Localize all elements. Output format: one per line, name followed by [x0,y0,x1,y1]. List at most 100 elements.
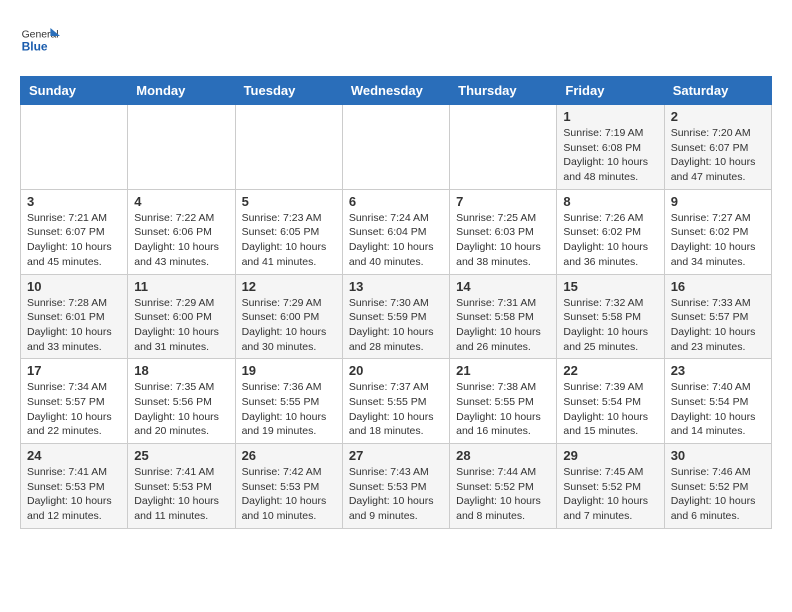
day-cell-7: 7 Sunrise: 7:25 AMSunset: 6:03 PMDaylight… [450,189,557,274]
day-number: 2 [671,109,765,124]
svg-text:Blue: Blue [22,39,48,53]
day-info: Sunrise: 7:38 AMSunset: 5:55 PMDaylight:… [456,380,550,439]
day-cell-16: 16 Sunrise: 7:33 AMSunset: 5:57 PMDayligh… [664,274,771,359]
day-cell-20: 20 Sunrise: 7:37 AMSunset: 5:55 PMDayligh… [342,359,449,444]
day-info: Sunrise: 7:36 AMSunset: 5:55 PMDaylight:… [242,380,336,439]
page-header: General Blue [20,20,772,60]
empty-cell [450,105,557,190]
day-number: 18 [134,363,228,378]
empty-cell [235,105,342,190]
day-cell-13: 13Sunrise: 7:30 AMSunset: 5:59 PMDayligh… [342,274,449,359]
day-cell-15: 15 Sunrise: 7:32 AMSunset: 5:58 PMDayligh… [557,274,664,359]
day-info: Sunrise: 7:28 AMSunset: 6:01 PMDaylight:… [27,296,121,355]
day-number: 9 [671,194,765,209]
day-info: Sunrise: 7:41 AMSunset: 5:53 PMDaylight:… [27,465,121,524]
day-info: Sunrise: 7:22 AMSunset: 6:06 PMDaylight:… [134,211,228,270]
day-cell-21: 21 Sunrise: 7:38 AMSunset: 5:55 PMDayligh… [450,359,557,444]
day-info: Sunrise: 7:43 AMSunset: 5:53 PMDaylight:… [349,465,443,524]
day-number: 3 [27,194,121,209]
day-cell-29: 29 Sunrise: 7:45 AMSunset: 5:52 PMDayligh… [557,444,664,529]
day-info: Sunrise: 7:42 AMSunset: 5:53 PMDaylight:… [242,465,336,524]
day-cell-18: 18 Sunrise: 7:35 AMSunset: 5:56 PMDayligh… [128,359,235,444]
day-number: 13 [349,279,443,294]
day-number: 12 [242,279,336,294]
day-cell-5: 5 Sunrise: 7:23 AMSunset: 6:05 PMDaylight… [235,189,342,274]
day-info: Sunrise: 7:32 AMSunset: 5:58 PMDaylight:… [563,296,657,355]
day-number: 27 [349,448,443,463]
day-cell-30: 30 Sunrise: 7:46 AMSunset: 5:52 PMDayligh… [664,444,771,529]
weekday-header-tuesday: Tuesday [235,77,342,105]
day-info: Sunrise: 7:41 AMSunset: 5:53 PMDaylight:… [134,465,228,524]
day-info: Sunrise: 7:37 AMSunset: 5:55 PMDaylight:… [349,380,443,439]
day-number: 25 [134,448,228,463]
weekday-header-thursday: Thursday [450,77,557,105]
day-number: 7 [456,194,550,209]
day-info: Sunrise: 7:31 AMSunset: 5:58 PMDaylight:… [456,296,550,355]
day-cell-2: 2 Sunrise: 7:20 AMSunset: 6:07 PMDaylight… [664,105,771,190]
day-info: Sunrise: 7:33 AMSunset: 5:57 PMDaylight:… [671,296,765,355]
day-cell-10: 10Sunrise: 7:28 AMSunset: 6:01 PMDayligh… [21,274,128,359]
weekday-header-monday: Monday [128,77,235,105]
day-cell-6: 6 Sunrise: 7:24 AMSunset: 6:04 PMDaylight… [342,189,449,274]
day-info: Sunrise: 7:34 AMSunset: 5:57 PMDaylight:… [27,380,121,439]
day-cell-3: 3 Sunrise: 7:21 AMSunset: 6:07 PMDaylight… [21,189,128,274]
day-cell-14: 14 Sunrise: 7:31 AMSunset: 5:58 PMDayligh… [450,274,557,359]
day-cell-19: 19 Sunrise: 7:36 AMSunset: 5:55 PMDayligh… [235,359,342,444]
day-info: Sunrise: 7:24 AMSunset: 6:04 PMDaylight:… [349,211,443,270]
day-number: 29 [563,448,657,463]
day-cell-9: 9 Sunrise: 7:27 AMSunset: 6:02 PMDaylight… [664,189,771,274]
day-info: Sunrise: 7:40 AMSunset: 5:54 PMDaylight:… [671,380,765,439]
day-number: 28 [456,448,550,463]
empty-cell [342,105,449,190]
day-number: 8 [563,194,657,209]
day-number: 4 [134,194,228,209]
logo: General Blue [20,20,64,60]
day-cell-24: 24 Sunrise: 7:41 AMSunset: 5:53 PMDayligh… [21,444,128,529]
weekday-header-saturday: Saturday [664,77,771,105]
day-number: 24 [27,448,121,463]
calendar: SundayMondayTuesdayWednesdayThursdayFrid… [20,76,772,529]
day-number: 6 [349,194,443,209]
day-number: 21 [456,363,550,378]
day-number: 11 [134,279,228,294]
day-number: 23 [671,363,765,378]
empty-cell [21,105,128,190]
day-info: Sunrise: 7:29 AMSunset: 6:00 PMDaylight:… [134,296,228,355]
day-number: 5 [242,194,336,209]
day-number: 30 [671,448,765,463]
day-info: Sunrise: 7:46 AMSunset: 5:52 PMDaylight:… [671,465,765,524]
day-cell-22: 22 Sunrise: 7:39 AMSunset: 5:54 PMDayligh… [557,359,664,444]
day-number: 20 [349,363,443,378]
day-info: Sunrise: 7:35 AMSunset: 5:56 PMDaylight:… [134,380,228,439]
day-info: Sunrise: 7:20 AMSunset: 6:07 PMDaylight:… [671,126,765,185]
day-cell-17: 17 Sunrise: 7:34 AMSunset: 5:57 PMDayligh… [21,359,128,444]
day-cell-26: 26 Sunrise: 7:42 AMSunset: 5:53 PMDayligh… [235,444,342,529]
day-info: Sunrise: 7:44 AMSunset: 5:52 PMDaylight:… [456,465,550,524]
weekday-header-friday: Friday [557,77,664,105]
day-cell-27: 27 Sunrise: 7:43 AMSunset: 5:53 PMDayligh… [342,444,449,529]
day-number: 16 [671,279,765,294]
day-cell-12: 12 Sunrise: 7:29 AMSunset: 6:00 PMDayligh… [235,274,342,359]
day-info: Sunrise: 7:23 AMSunset: 6:05 PMDaylight:… [242,211,336,270]
day-number: 19 [242,363,336,378]
day-number: 14 [456,279,550,294]
day-info: Sunrise: 7:39 AMSunset: 5:54 PMDaylight:… [563,380,657,439]
day-info: Sunrise: 7:25 AMSunset: 6:03 PMDaylight:… [456,211,550,270]
day-cell-4: 4 Sunrise: 7:22 AMSunset: 6:06 PMDaylight… [128,189,235,274]
day-number: 22 [563,363,657,378]
day-info: Sunrise: 7:26 AMSunset: 6:02 PMDaylight:… [563,211,657,270]
day-cell-8: 8 Sunrise: 7:26 AMSunset: 6:02 PMDaylight… [557,189,664,274]
day-info: Sunrise: 7:27 AMSunset: 6:02 PMDaylight:… [671,211,765,270]
day-number: 1 [563,109,657,124]
day-number: 17 [27,363,121,378]
day-info: Sunrise: 7:29 AMSunset: 6:00 PMDaylight:… [242,296,336,355]
day-cell-1: 1 Sunrise: 7:19 AMSunset: 6:08 PMDaylight… [557,105,664,190]
day-cell-11: 11 Sunrise: 7:29 AMSunset: 6:00 PMDayligh… [128,274,235,359]
day-info: Sunrise: 7:19 AMSunset: 6:08 PMDaylight:… [563,126,657,185]
day-cell-28: 28 Sunrise: 7:44 AMSunset: 5:52 PMDayligh… [450,444,557,529]
day-number: 26 [242,448,336,463]
day-number: 15 [563,279,657,294]
day-info: Sunrise: 7:45 AMSunset: 5:52 PMDaylight:… [563,465,657,524]
day-info: Sunrise: 7:21 AMSunset: 6:07 PMDaylight:… [27,211,121,270]
day-cell-23: 23 Sunrise: 7:40 AMSunset: 5:54 PMDayligh… [664,359,771,444]
